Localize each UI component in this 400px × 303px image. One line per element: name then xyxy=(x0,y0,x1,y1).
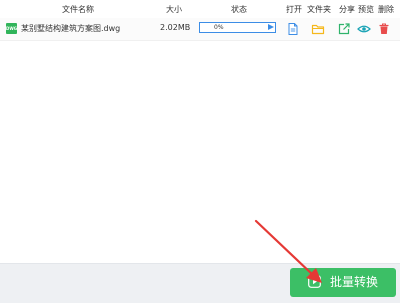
open-folder-button[interactable] xyxy=(311,22,325,36)
column-header-delete: 删除 xyxy=(378,5,394,14)
eye-icon xyxy=(357,25,371,33)
column-header-name: 文件名称 xyxy=(62,5,94,14)
column-header-share: 分享 xyxy=(339,5,355,14)
table-header: 文件名称 大小 状态 打开 文件夹 分享 预览 删除 xyxy=(0,0,400,18)
trash-icon xyxy=(379,23,389,34)
preview-button[interactable] xyxy=(357,22,371,36)
file-name: 某别墅结构建筑方案图.dwg xyxy=(21,24,121,33)
file-row[interactable]: DWG 某别墅结构建筑方案图.dwg 2.02MB 0% xyxy=(0,18,400,41)
delete-button[interactable] xyxy=(377,22,391,36)
batch-convert-button[interactable]: 批量转换 xyxy=(290,268,396,297)
start-icon[interactable] xyxy=(268,24,274,30)
share-button[interactable] xyxy=(337,22,351,36)
column-header-preview: 预览 xyxy=(358,5,374,14)
column-header-status: 状态 xyxy=(231,5,247,14)
column-header-open: 打开 xyxy=(286,5,302,14)
progress-bar: 0% xyxy=(199,22,276,33)
play-icon xyxy=(308,275,321,288)
column-header-folder: 文件夹 xyxy=(307,5,331,14)
dwg-file-icon: DWG xyxy=(6,23,17,34)
open-file-button[interactable] xyxy=(286,22,300,36)
progress-text: 0% xyxy=(214,24,224,31)
column-header-size: 大小 xyxy=(166,5,182,14)
share-icon xyxy=(338,23,350,35)
folder-icon xyxy=(311,24,325,35)
file-size: 2.02MB xyxy=(160,23,191,32)
annotation-arrow-icon xyxy=(254,219,322,283)
batch-convert-label: 批量转换 xyxy=(330,275,379,289)
document-icon xyxy=(288,23,298,35)
